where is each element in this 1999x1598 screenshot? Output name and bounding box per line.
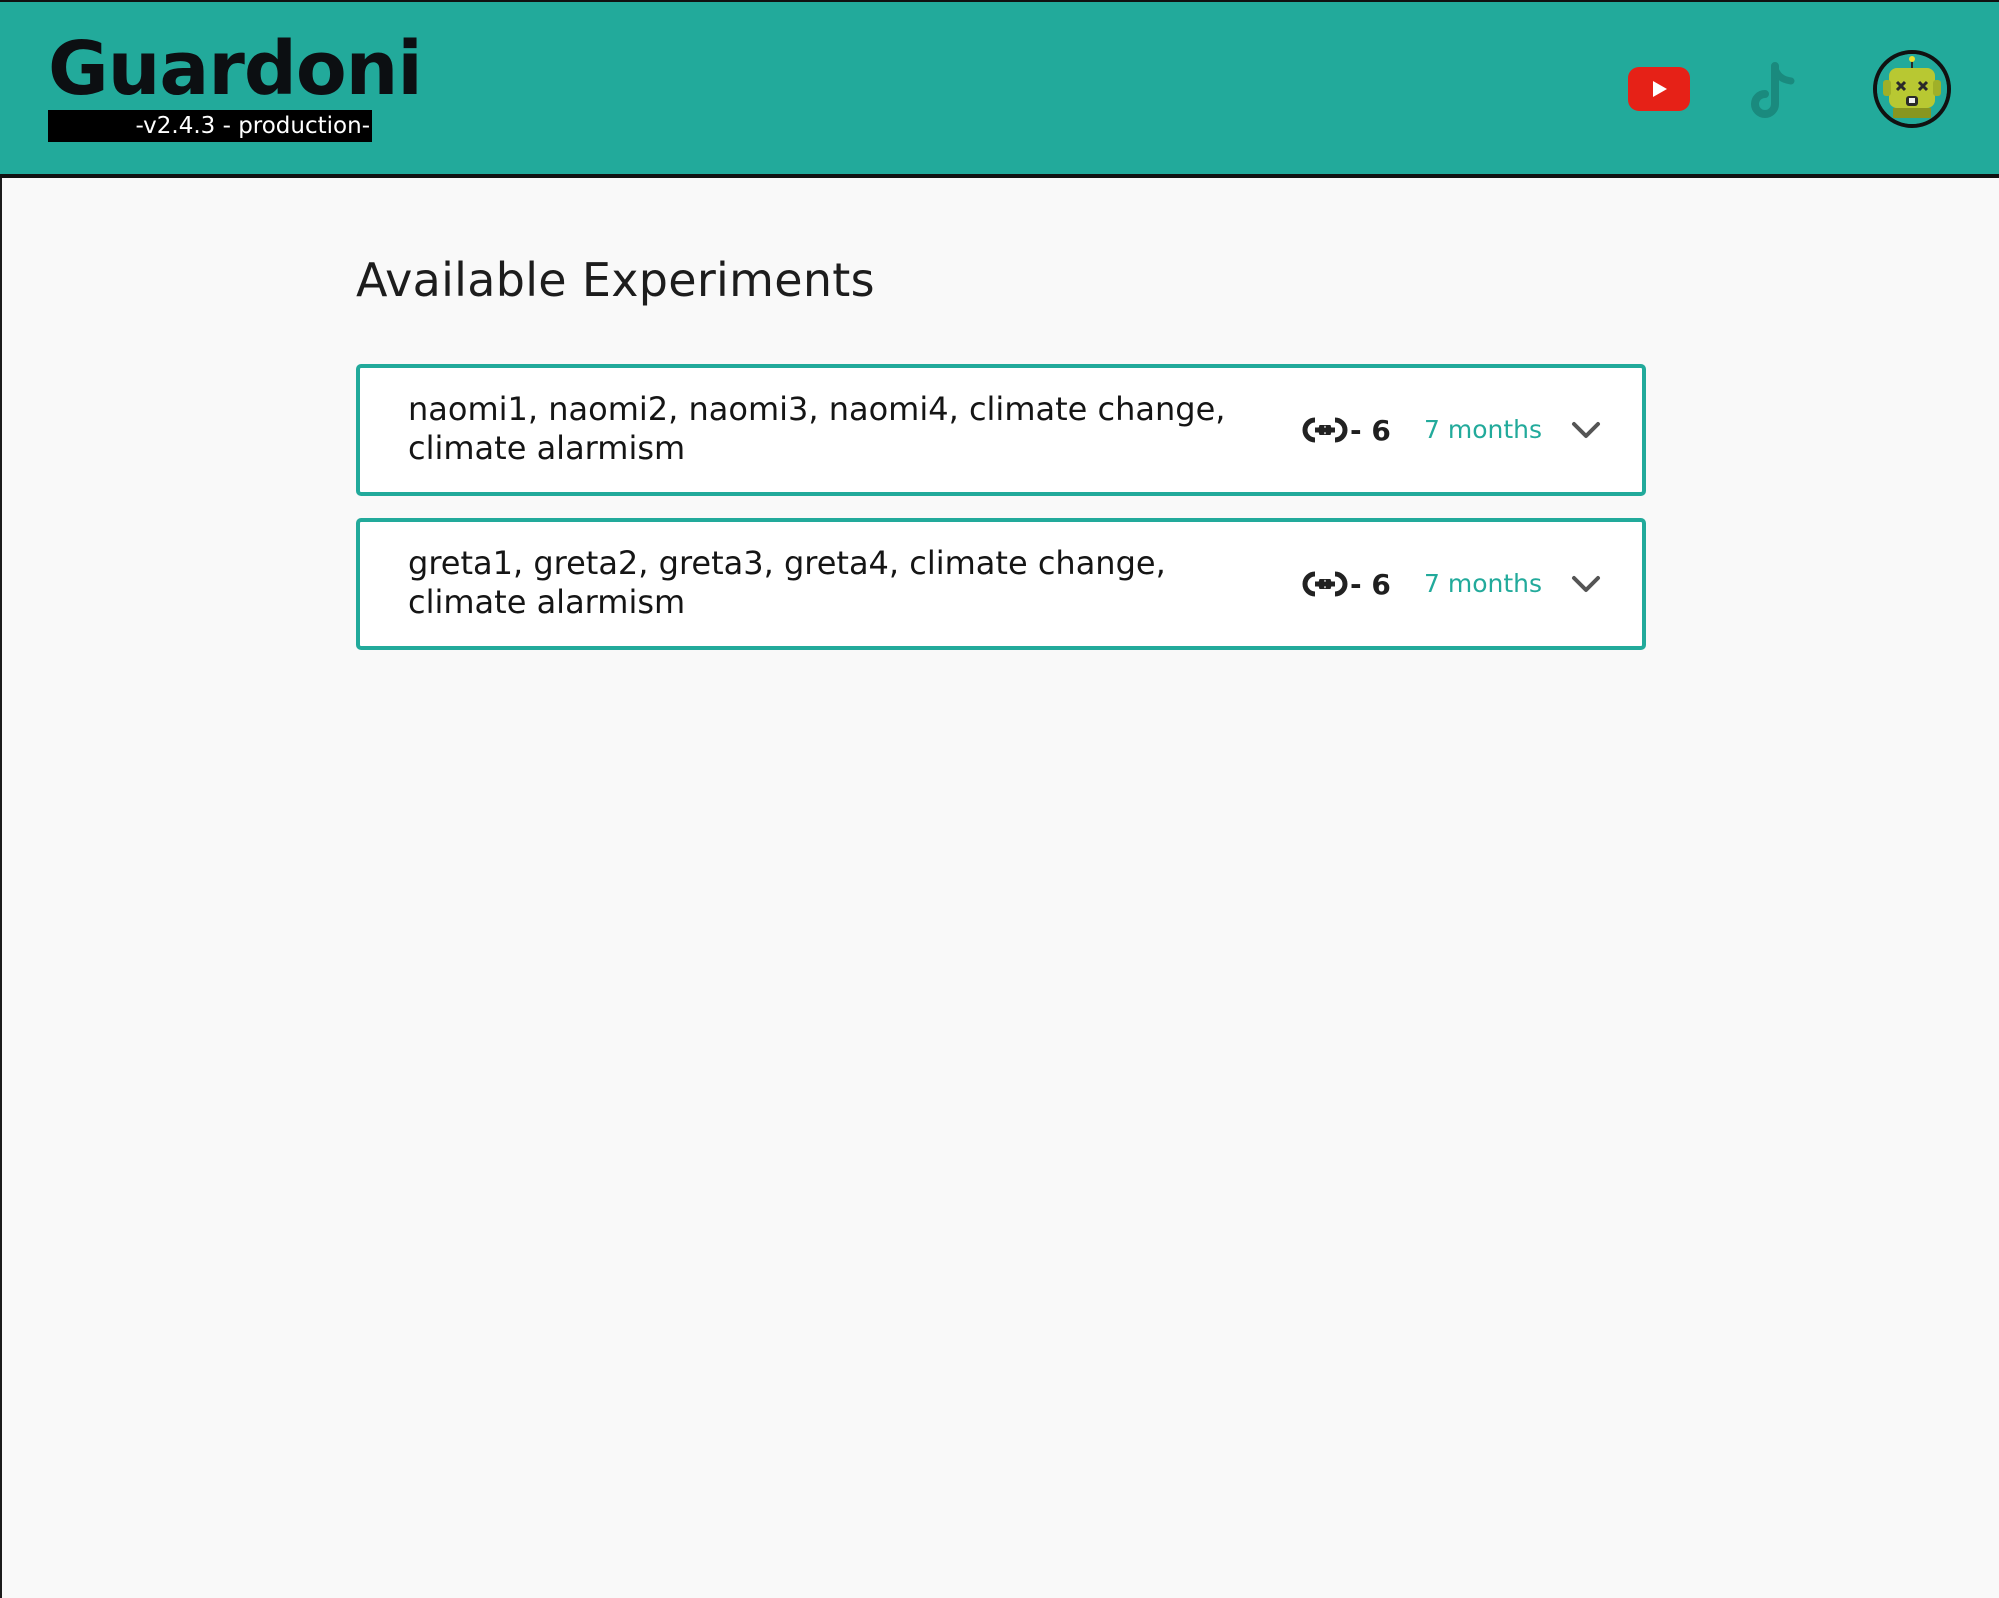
link-icon: [1302, 416, 1348, 444]
link-icon: [1302, 570, 1348, 598]
brand-title: Guardoni: [48, 26, 423, 112]
top-app-bar: Guardoni -v2.4.3 - production-: [0, 0, 1999, 178]
youtube-icon: [1653, 81, 1667, 97]
experiment-tags: naomi1, naomi2, naomi3, naomi4, climate …: [408, 390, 1226, 467]
version-badge: -v2.4.3 - production-: [48, 110, 372, 142]
experiment-card[interactable]: greta1, greta2, greta3, greta4, climate …: [356, 518, 1646, 650]
chevron-down-icon[interactable]: [1570, 418, 1602, 442]
experiment-tags: greta1, greta2, greta3, greta4, climate …: [408, 544, 1166, 621]
experiment-links: - 6: [1302, 564, 1391, 604]
tiktok-button[interactable]: [1745, 60, 1805, 124]
brand-logo[interactable]: Guardoni -v2.4.3 - production-: [48, 26, 423, 142]
chevron-down-icon[interactable]: [1570, 572, 1602, 596]
avatar-robot-icon: [1877, 54, 1947, 124]
experiment-age: 7 months: [1424, 415, 1543, 444]
experiment-age: 7 months: [1424, 569, 1543, 598]
tiktok-icon: [1751, 62, 1795, 118]
youtube-button[interactable]: [1628, 67, 1690, 111]
experiments-list: naomi1, naomi2, naomi3, naomi4, climate …: [356, 364, 1646, 650]
main-content: Available Experiments naomi1, naomi2, na…: [356, 250, 1646, 672]
page-title: Available Experiments: [356, 253, 875, 307]
links-count: - 6: [1350, 567, 1391, 601]
links-count: - 6: [1350, 413, 1391, 447]
user-avatar[interactable]: [1873, 50, 1951, 128]
experiment-card[interactable]: naomi1, naomi2, naomi3, naomi4, climate …: [356, 364, 1646, 496]
experiment-links: - 6: [1302, 410, 1391, 450]
